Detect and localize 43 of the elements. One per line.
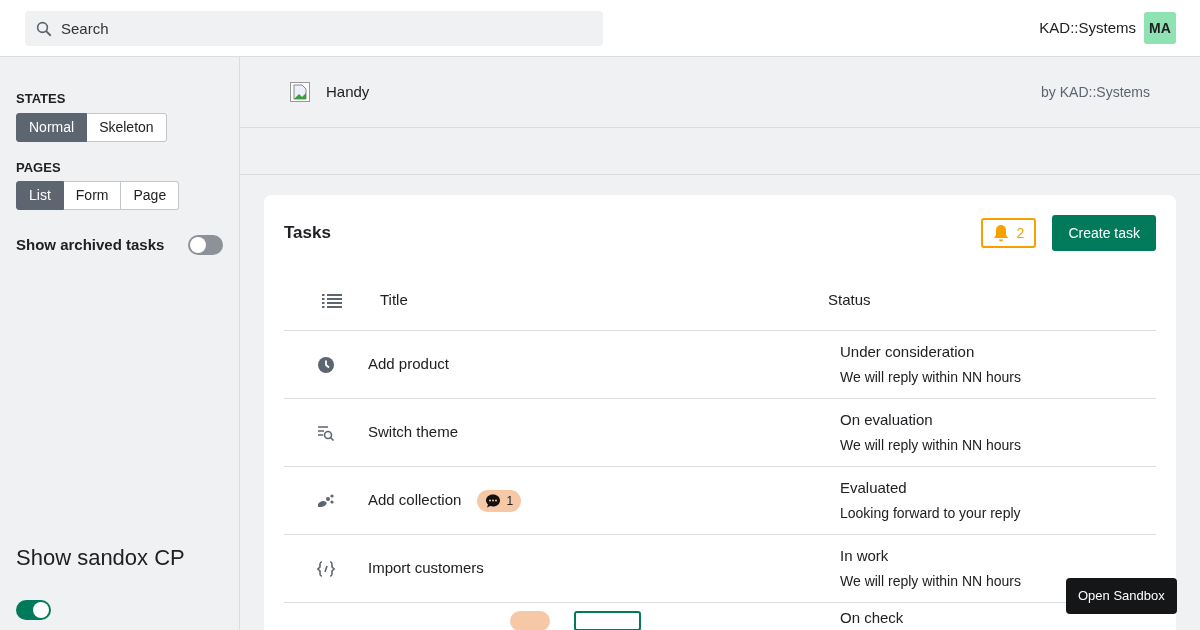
status-note: We will reply within NN hours [840,436,1021,456]
column-header: Status [828,290,871,311]
task-title: Import customers [368,558,484,579]
toggle-switch[interactable] [16,600,51,620]
task-title: Add collection [368,490,462,511]
card-title: Tasks [284,222,331,245]
user-avatar[interactable]: MA [1144,12,1176,44]
app-name: Handy [326,81,370,102]
company-name: KAD::Systems [1039,17,1136,38]
segment-button[interactable]: Skeleton [87,112,167,142]
status-note: We will reply within NN hours [840,368,1021,388]
segment-button[interactable]: Form [63,181,122,210]
search-icon [35,19,53,38]
status-note: Looking forward to your reply [840,504,1021,524]
clock-icon [317,355,335,374]
tooltip: Open Sandbox [1066,578,1177,614]
segment-button[interactable]: List [16,181,64,210]
toggle-switch[interactable] [188,235,223,256]
list-icon [322,292,342,309]
toggle-label: Show archived tasks [16,235,165,255]
segment-button[interactable]: Page [121,181,180,210]
task-status: On check [840,608,904,628]
task-status: In work [840,545,890,566]
toggle-label: Show sandox CP [16,544,185,572]
segment-button[interactable]: Normal [16,112,88,142]
task-status: Evaluated [840,477,908,498]
search-list-icon [317,423,335,442]
broken-image-icon [290,82,310,102]
section-heading: PAGES [16,158,62,177]
search-field[interactable]: Search [25,10,603,46]
status-note: We will reply within NN hours [840,572,1021,592]
section-heading: STATES [16,90,67,108]
comment-count-badge: 1 [477,489,522,512]
app-byline: by KAD::Systems [1041,82,1150,102]
column-header: Title [380,290,409,311]
bell-icon [992,224,1009,242]
create-task-button[interactable]: Create task [1052,215,1156,251]
code-icon [317,559,335,578]
task-title: Add product [368,354,449,375]
task-title: Switch theme [368,422,459,443]
task-status: On evaluation [840,409,934,430]
task-status: Under consideration [840,341,976,362]
comment-icon [485,492,502,509]
